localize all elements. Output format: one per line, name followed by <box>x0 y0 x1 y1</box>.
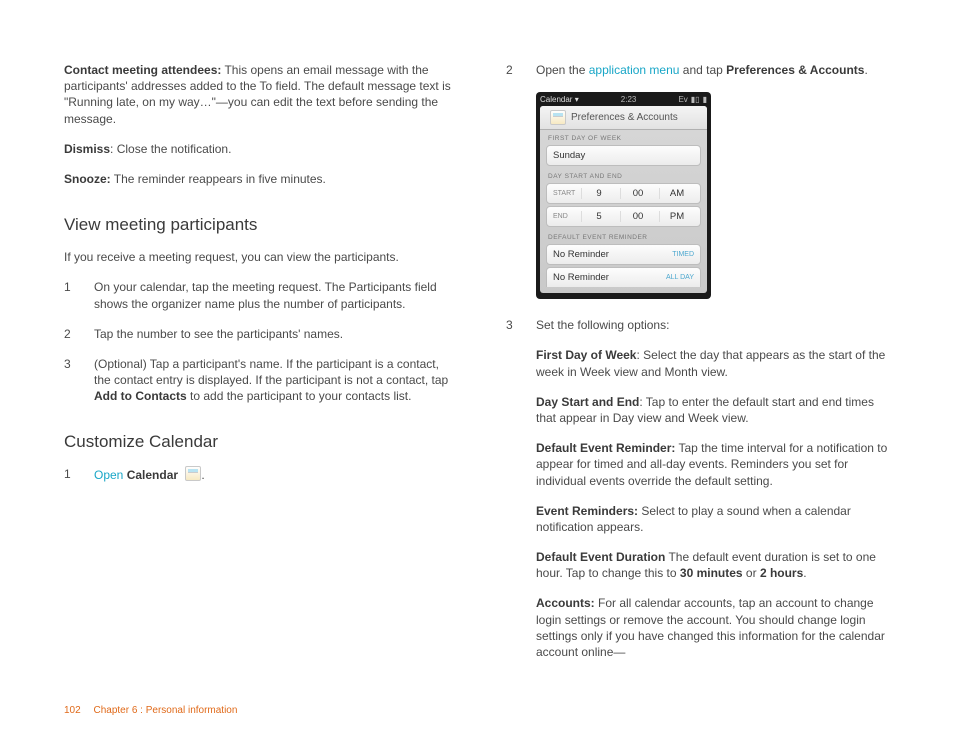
text: . <box>803 566 806 580</box>
step-text: Tap the number to see the participants' … <box>94 326 452 342</box>
text: and tap <box>679 63 726 77</box>
text: Set the following options: <box>536 318 669 332</box>
phone-status-bar: Calendar ▾ 2:23 Ev ▮▯ ▮ <box>536 92 711 106</box>
page-footer: 102 Chapter 6 : Personal information <box>64 705 237 716</box>
bold-label: Contact meeting attendees: <box>64 63 221 77</box>
cc-step-3: 3 Set the following options: First Day o… <box>506 317 894 674</box>
step-number: 1 <box>64 279 76 311</box>
bold-text: Add to Contacts <box>94 389 187 403</box>
body-text: : Close the notification. <box>110 142 231 156</box>
bold-label: First Day of Week <box>536 348 636 362</box>
phone-title: Preferences & Accounts <box>571 112 678 123</box>
status-time: 2:23 <box>621 95 637 104</box>
bold-label: Day Start and End <box>536 395 639 409</box>
step-text: Open the application menu and tap Prefer… <box>536 62 894 78</box>
left-column: Contact meeting attendees: This opens an… <box>64 62 452 688</box>
bold-label: Snooze: <box>64 172 111 186</box>
ampm: PM <box>659 211 694 222</box>
ampm: AM <box>659 188 694 199</box>
step-text: Set the following options: First Day of … <box>536 317 894 674</box>
open-link[interactable]: Open <box>94 468 123 482</box>
end-label: END <box>553 213 577 220</box>
page: Contact meeting attendees: This opens an… <box>0 0 954 688</box>
minute: 00 <box>620 188 655 199</box>
heading-customize-calendar: Customize Calendar <box>64 432 452 452</box>
bold-label: Default Event Duration <box>536 550 665 564</box>
section-label: DAY START AND END <box>540 168 707 182</box>
first-day-card: Sunday <box>546 145 701 166</box>
bold-text: 30 minutes <box>680 566 743 580</box>
opt-event-reminders: Event Reminders: Select to play a sound … <box>536 503 894 535</box>
para-dismiss: Dismiss: Close the notification. <box>64 141 452 157</box>
end-time-card: END 5 00 PM <box>546 206 701 227</box>
reminder-timed-card: No Reminder TIMED <box>546 244 701 265</box>
bold-label: Accounts: <box>536 596 595 610</box>
body-text: The reminder reappears in five minutes. <box>111 172 326 186</box>
battery-icon: ▮ <box>703 95 707 104</box>
opt-default-event-reminder: Default Event Reminder: Tap the time int… <box>536 440 894 489</box>
minute: 00 <box>620 211 655 222</box>
calendar-icon <box>550 110 566 125</box>
timed-label: TIMED <box>672 251 694 258</box>
reminder-value: No Reminder <box>553 249 672 260</box>
text: . <box>864 63 867 77</box>
bold-label: Dismiss <box>64 142 110 156</box>
bold-text: 2 hours <box>760 566 803 580</box>
step-text: (Optional) Tap a participant's name. If … <box>94 356 452 405</box>
text: (Optional) Tap a participant's name. If … <box>94 357 448 387</box>
signal-icon: ▮▯ <box>691 95 700 104</box>
step-number: 3 <box>64 356 76 405</box>
cc-step-2: 2 Open the application menu and tap Pref… <box>506 62 894 78</box>
status-ev: Ev <box>678 95 687 104</box>
right-column: 2 Open the application menu and tap Pref… <box>506 62 894 688</box>
allday-label: ALL DAY <box>666 274 694 281</box>
section-label: FIRST DAY OF WEEK <box>540 130 707 144</box>
start-label: START <box>553 190 577 197</box>
first-day-value: Sunday <box>553 150 585 161</box>
reminder-value: No Reminder <box>553 272 666 283</box>
para-view-intro: If you receive a meeting request, you ca… <box>64 249 452 265</box>
heading-view-participants: View meeting participants <box>64 215 452 235</box>
section-label: DEFAULT EVENT REMINDER <box>540 229 707 243</box>
bold-label: Default Event Reminder: <box>536 441 675 455</box>
cc-step-1: 1 Open Calendar . <box>64 466 452 483</box>
step-text: On your calendar, tap the meeting reques… <box>94 279 452 311</box>
phone-body: Preferences & Accounts FIRST DAY OF WEEK… <box>540 106 707 293</box>
opt-day-start-end: Day Start and End: Tap to enter the defa… <box>536 394 894 426</box>
text: Open the <box>536 63 589 77</box>
text: . <box>201 468 204 482</box>
step-1: 1 On your calendar, tap the meeting requ… <box>64 279 452 311</box>
text: or <box>743 566 760 580</box>
start-time-card: START 9 00 AM <box>546 183 701 204</box>
bold-label: Event Reminders: <box>536 504 638 518</box>
step-number: 3 <box>506 317 518 674</box>
phone-title-bar: Preferences & Accounts <box>540 106 707 130</box>
chapter-label: Chapter 6 : Personal information <box>93 705 237 716</box>
calendar-icon <box>185 466 201 481</box>
phone-screenshot: Calendar ▾ 2:23 Ev ▮▯ ▮ Preferences & Ac… <box>536 92 711 299</box>
reminder-allday-card: No Reminder ALL DAY <box>546 267 701 287</box>
app-menu-label: Calendar ▾ <box>540 95 579 104</box>
bold-text: Calendar <box>123 468 181 482</box>
step-text: Open Calendar . <box>94 466 452 483</box>
bold-text: Preferences & Accounts <box>726 63 864 77</box>
step-number: 2 <box>64 326 76 342</box>
para-contact-attendees: Contact meeting attendees: This opens an… <box>64 62 452 127</box>
step-number: 1 <box>64 466 76 483</box>
step-2: 2 Tap the number to see the participants… <box>64 326 452 342</box>
hour: 9 <box>581 188 616 199</box>
hour: 5 <box>581 211 616 222</box>
para-snooze: Snooze: The reminder reappears in five m… <box>64 171 452 187</box>
step-3: 3 (Optional) Tap a participant's name. I… <box>64 356 452 405</box>
step-number: 2 <box>506 62 518 78</box>
opt-accounts: Accounts: For all calendar accounts, tap… <box>536 595 894 660</box>
page-number: 102 <box>64 705 81 716</box>
opt-first-day: First Day of Week: Select the day that a… <box>536 347 894 379</box>
application-menu-link[interactable]: application menu <box>589 63 680 77</box>
text: to add the participant to your contacts … <box>187 389 412 403</box>
opt-default-event-duration: Default Event Duration The default event… <box>536 549 894 581</box>
